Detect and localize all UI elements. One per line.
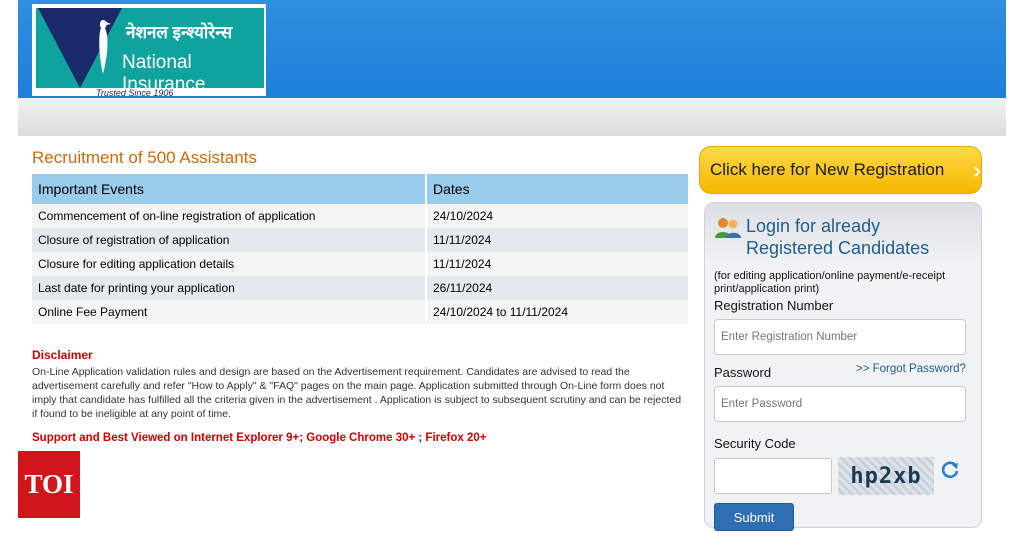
event-cell: Last date for printing your application (32, 276, 427, 300)
date-cell: 26/11/2024 (426, 276, 690, 300)
forgot-password-link[interactable]: >> Forgot Password? (856, 363, 966, 375)
table-row: Closure of registration of application 1… (32, 228, 690, 252)
new-registration-button[interactable]: Click here for New Registration ››› (699, 146, 982, 194)
security-code-label: Security Code (714, 436, 796, 451)
page: नेशनल इन्श्योरेन्स National Insurance Tr… (0, 0, 1024, 556)
registration-number-input[interactable] (714, 319, 966, 355)
left-margin (0, 0, 18, 556)
refresh-icon[interactable] (940, 459, 960, 479)
right-margin (1006, 0, 1024, 556)
submit-button[interactable]: Submit (714, 503, 794, 531)
page-title: Recruitment of 500 Assistants (32, 148, 257, 167)
login-title-line2: Registered Candidates (746, 238, 930, 258)
logo-hindi-text: नेशनल इन्श्योरेन्स (126, 23, 233, 42)
national-insurance-logo[interactable]: नेशनल इन्श्योरेन्स National Insurance Tr… (32, 4, 266, 98)
new-registration-label: Click here for New Registration (710, 160, 945, 179)
users-icon (715, 218, 741, 238)
password-label: Password (714, 365, 772, 380)
browser-support-note: Support and Best Viewed on Internet Expl… (32, 432, 487, 444)
column-header-events: Important Events (32, 174, 427, 204)
logo-tagline: Trusted Since 1906 (96, 88, 174, 98)
table-row: Online Fee Payment 24/10/2024 to 11/11/2… (32, 300, 690, 324)
bird-icon (99, 20, 111, 74)
date-cell: 24/10/2024 (426, 204, 690, 228)
date-cell: 24/10/2024 to 11/11/2024 (426, 300, 690, 324)
events-table: Important Events Dates Commencement of o… (32, 174, 690, 324)
event-cell: Closure for editing application details (32, 252, 427, 276)
event-cell: Closure of registration of application (32, 228, 427, 252)
password-input[interactable] (714, 386, 966, 422)
login-note: (for editing application/online payment/… (714, 270, 946, 295)
column-header-dates: Dates (426, 174, 690, 204)
table-header-row: Important Events Dates (32, 174, 690, 204)
table-row: Last date for printing your application … (32, 276, 690, 300)
captcha-text: hp2xb (850, 463, 922, 489)
date-cell: 11/11/2024 (426, 228, 690, 252)
table-row: Closure for editing application details … (32, 252, 690, 276)
toi-watermark-text: TOI (24, 469, 74, 499)
registration-number-label: Registration Number (714, 298, 834, 313)
table-row: Commencement of on-line registration of … (32, 204, 690, 228)
toi-watermark-logo: TOI (18, 451, 80, 518)
nav-strip (18, 98, 1006, 136)
date-cell: 11/11/2024 (426, 252, 690, 276)
captcha-image: hp2xb (838, 457, 934, 495)
event-cell: Online Fee Payment (32, 300, 427, 324)
disclaimer-title: Disclaimer (32, 348, 93, 362)
disclaimer-text: On-Line Application validation rules and… (32, 366, 682, 420)
security-code-input[interactable] (714, 458, 832, 494)
event-cell: Commencement of on-line registration of … (32, 204, 427, 228)
login-title-line1: Login for already (746, 216, 881, 236)
